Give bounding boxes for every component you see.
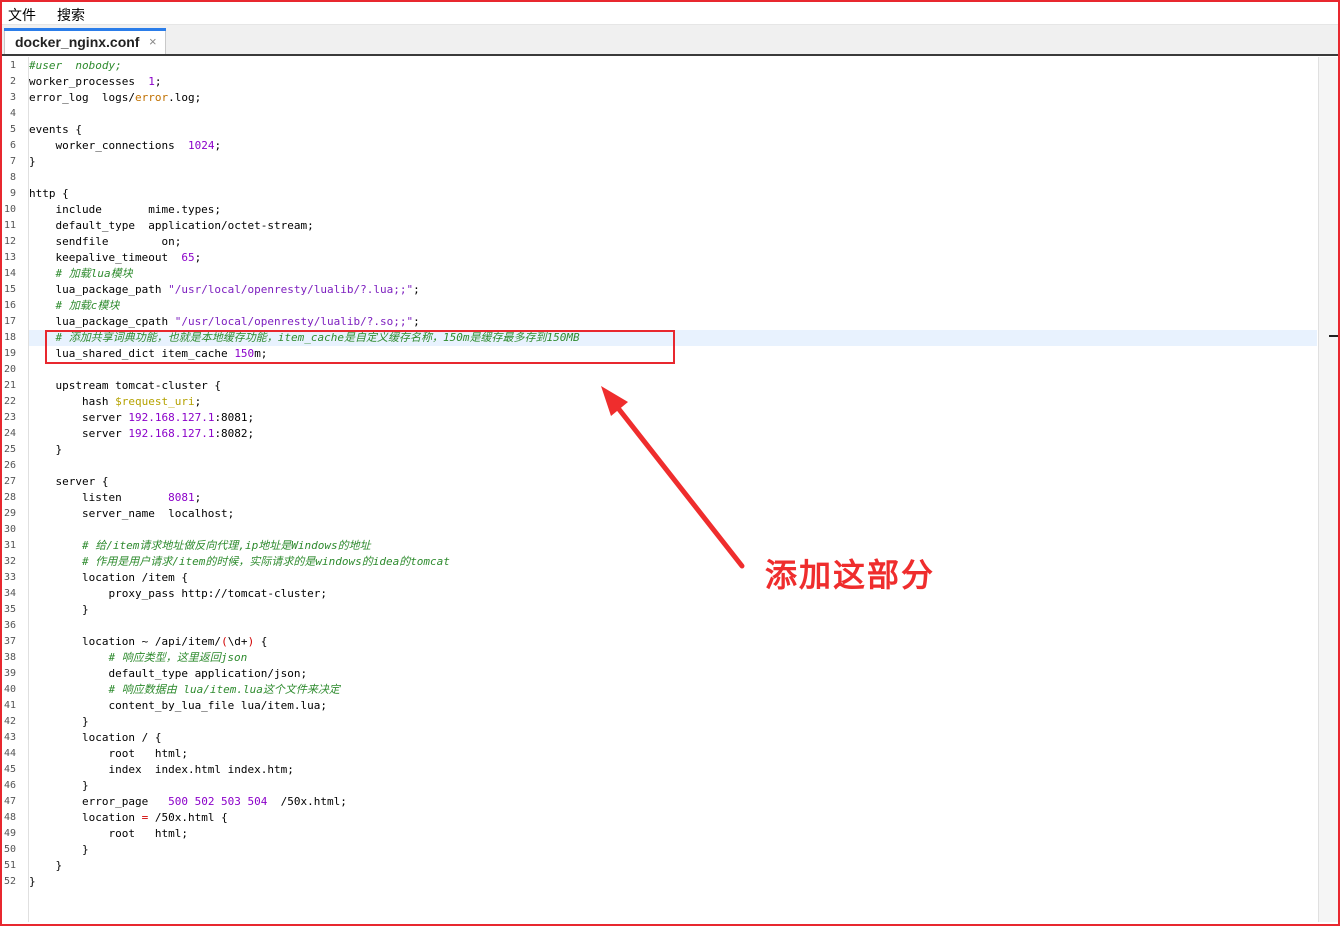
annotation-arrow (601, 386, 745, 569)
annotation-label: 添加这部分 (765, 556, 936, 594)
